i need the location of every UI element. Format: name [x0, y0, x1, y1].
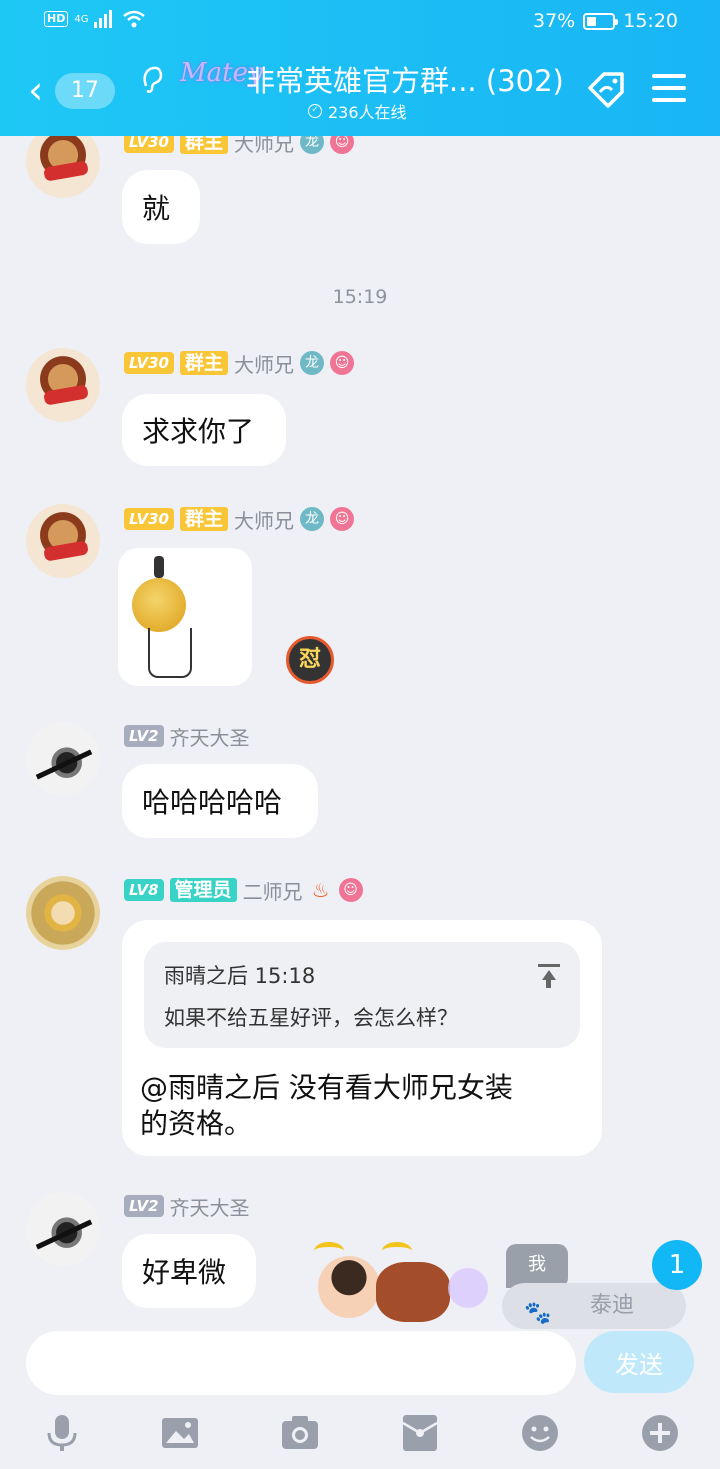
hd-icon: HD — [44, 11, 69, 27]
me-chip[interactable]: 我 — [506, 1244, 568, 1288]
message-bubble[interactable]: 求求你了 — [122, 394, 286, 466]
avatar[interactable] — [26, 722, 100, 796]
level-badge: LV30 — [124, 508, 174, 530]
teddy-label: 泰迪 — [590, 1293, 635, 1318]
unread-count-badge[interactable]: 17 — [55, 73, 115, 109]
plus-icon[interactable] — [640, 1413, 680, 1453]
flower-badge-icon: ☺ — [338, 878, 363, 902]
message-text: @雨晴之后 没有看大师兄女装 的资格。 — [140, 1070, 570, 1142]
back-chevron-icon[interactable]: ‹ — [28, 70, 43, 110]
message-meta: LV2 齐天大圣 — [124, 1192, 250, 1220]
message-meta: LV8 管理员 二师兄 ♨ ☺ — [124, 876, 363, 904]
quote-header: 雨晴之后 15:18 — [164, 964, 316, 988]
message-text: 好卑微 — [142, 1256, 227, 1289]
dragon-badge-icon: 龙 — [300, 351, 324, 375]
level-badge: LV8 — [124, 879, 164, 901]
input-toolbar — [0, 1413, 720, 1453]
sticker-message[interactable] — [118, 548, 252, 686]
fire-badge-icon: ♨ — [311, 878, 330, 902]
message-meta: LV30 群主 大师兄 龙 ☺ — [124, 349, 354, 377]
message-text-line: @雨晴之后 没有看大师兄女装 — [140, 1071, 513, 1104]
role-badge: 群主 — [179, 507, 228, 531]
message-bubble[interactable]: 哈哈哈哈哈 — [122, 764, 318, 838]
paw-icon: 🐾 — [524, 1301, 552, 1326]
red-packet-icon[interactable] — [400, 1413, 440, 1453]
level-badge: LV30 — [124, 352, 174, 374]
sender-name: 大师兄 — [234, 136, 294, 156]
reaction-emoji[interactable]: 怼 — [286, 636, 334, 684]
floating-sticker-decoration — [312, 1238, 492, 1330]
jump-to-top-icon-stem — [546, 978, 551, 988]
message-text-line: 的资格。 — [140, 1107, 253, 1140]
group-title[interactable]: 非常英雄官方群... (302) — [246, 58, 564, 100]
sender-name: 大师兄 — [234, 508, 294, 533]
new-message-badge[interactable]: 1 — [652, 1240, 702, 1290]
network-type: 4G — [74, 13, 89, 25]
sender-name: 齐天大圣 — [169, 725, 250, 750]
mic-icon[interactable] — [42, 1413, 82, 1453]
battery-icon — [583, 12, 619, 30]
dragon-badge-icon: 龙 — [300, 507, 324, 531]
online-status: ✓ 236人在线 — [308, 99, 407, 123]
flower-badge-icon: ☺ — [330, 351, 354, 375]
chat-list[interactable]: LV30 群主 大师兄 龙 ☺ 就 15:19 LV30 群主 大师兄 龙 ☺ … — [0, 136, 720, 1329]
level-badge: LV30 — [124, 136, 174, 153]
dragon-badge-icon: 龙 — [300, 136, 324, 154]
send-button[interactable]: 发送 — [584, 1331, 694, 1393]
message-meta: LV30 群主 大师兄 龙 ☺ — [124, 136, 354, 156]
avatar[interactable] — [26, 876, 100, 950]
role-badge: 管理员 — [169, 878, 237, 902]
message-bubble[interactable]: 就 — [122, 170, 200, 244]
level-badge: LV2 — [124, 1195, 164, 1217]
group-name: 非常英雄官方群... — [246, 64, 477, 98]
message-input[interactable] — [26, 1331, 576, 1395]
message-text: 就 — [142, 192, 171, 225]
flower-badge-icon: ☺ — [330, 507, 354, 531]
signal-icon — [94, 10, 113, 28]
wifi-icon — [123, 10, 146, 28]
level-badge: LV2 — [124, 725, 164, 747]
menu-icon[interactable] — [652, 74, 686, 104]
camera-icon[interactable] — [280, 1413, 320, 1453]
message-bubble[interactable]: 好卑微 — [122, 1234, 256, 1308]
reply-bubble[interactable]: 雨晴之后 15:18 如果不给五星好评，会怎么样？ @雨晴之后 没有看大师兄女装… — [122, 920, 602, 1156]
battery-fill — [587, 16, 597, 26]
sender-name: 大师兄 — [234, 352, 294, 377]
role-badge: 群主 — [179, 351, 228, 375]
quote-body: 如果不给五星好评，会怎么样？ — [164, 1006, 458, 1030]
message-meta: LV2 齐天大圣 — [124, 722, 250, 750]
image-icon[interactable] — [160, 1413, 200, 1453]
quoted-message[interactable]: 雨晴之后 15:18 如果不给五星好评，会怎么样？ — [144, 942, 580, 1048]
avatar[interactable] — [26, 136, 100, 198]
timestamp: 15:19 — [332, 286, 388, 308]
emoji-icon[interactable] — [520, 1413, 560, 1453]
group-tag-icon[interactable] — [584, 70, 628, 110]
flower-badge-icon: ☺ — [330, 136, 354, 154]
clock: 15:20 — [623, 10, 678, 32]
app-header: HD 4G 37% 15:20 ‹ 17 Matey 非常英雄官方群... (3… — [0, 0, 720, 136]
message-text: 哈哈哈哈哈 — [142, 786, 283, 819]
sender-name: 二师兄 — [242, 879, 303, 904]
ear-icon[interactable] — [138, 64, 166, 94]
teddy-pet-button[interactable]: 🐾 泰迪 — [502, 1283, 686, 1329]
member-count: (302) — [485, 64, 564, 98]
avatar[interactable] — [26, 348, 100, 422]
check-circle-icon: ✓ — [308, 104, 322, 118]
avatar[interactable] — [26, 504, 100, 578]
role-badge: 群主 — [179, 136, 228, 154]
avatar[interactable] — [26, 1192, 100, 1266]
battery-percent: 37% — [533, 10, 576, 32]
input-area: 发送 — [0, 1329, 720, 1469]
message-text: 求求你了 — [142, 415, 255, 448]
sender-name: 齐天大圣 — [169, 1195, 250, 1220]
message-meta: LV30 群主 大师兄 龙 ☺ — [124, 505, 354, 533]
status-bar: HD 4G 37% 15:20 — [0, 8, 720, 38]
online-count: 236人在线 — [328, 103, 407, 122]
